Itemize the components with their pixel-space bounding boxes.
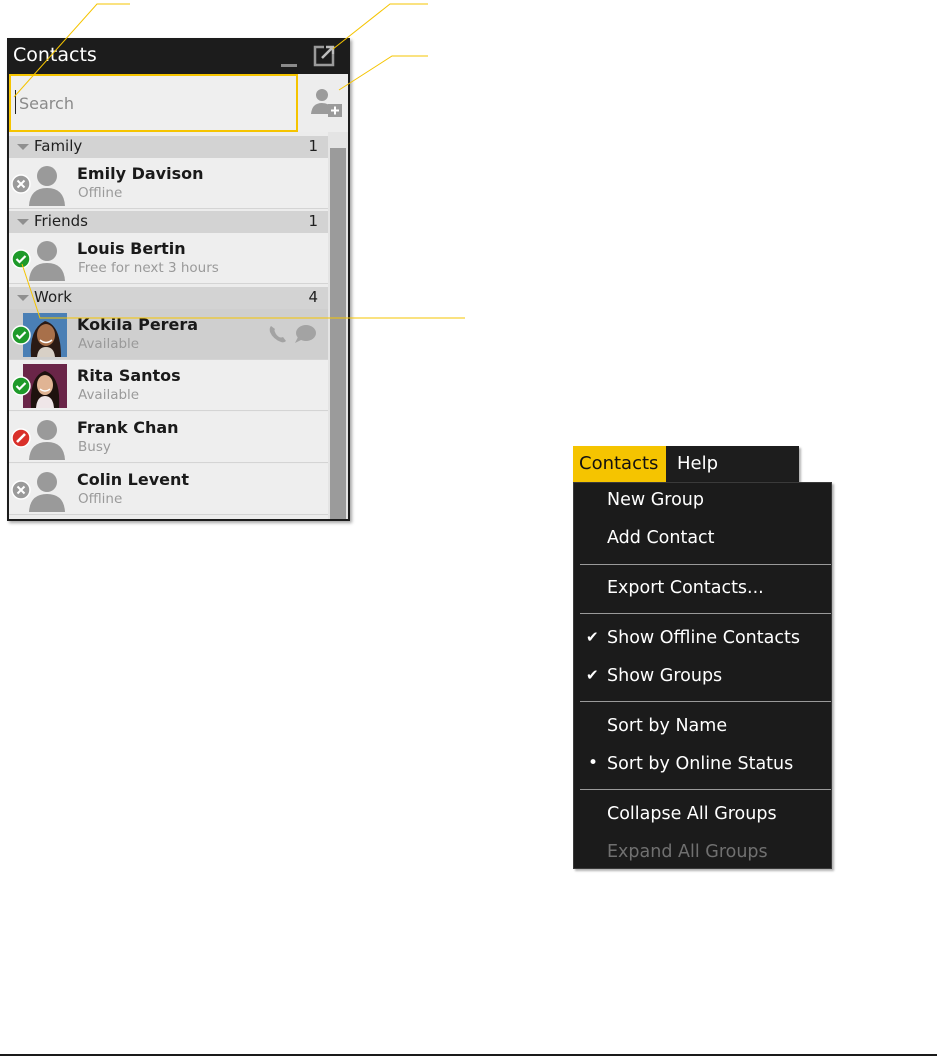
group-header-work[interactable]: Work 4	[9, 287, 330, 309]
menu-item-sort-by-online-status[interactable]: • Sort by Online Status	[574, 749, 831, 783]
text-caret	[15, 90, 16, 114]
offline-status-icon	[11, 480, 31, 500]
contact-status: Offline	[78, 185, 123, 201]
search-box[interactable]	[9, 74, 298, 132]
offline-status-icon	[11, 174, 31, 194]
contact-row-louis-bertin[interactable]: Louis Bertin Free for next 3 hours	[9, 233, 330, 284]
scrollbar-thumb[interactable]	[330, 148, 346, 519]
menu-item-collapse-all-groups[interactable]: Collapse All Groups	[574, 799, 831, 833]
checkmark-icon: ✔	[586, 628, 599, 646]
menu-item-new-group[interactable]: New Group	[574, 485, 831, 519]
group-count: 4	[308, 288, 318, 306]
menu-item-label: Show Groups	[607, 666, 723, 686]
menu-item-expand-all-groups: Expand All Groups	[574, 837, 831, 871]
group-name: Friends	[34, 212, 88, 230]
contacts-window: Contacts Search Family 1 Emily Davison O…	[7, 38, 350, 521]
menu-contacts[interactable]: Contacts	[573, 446, 666, 482]
contact-name: Louis Bertin	[77, 239, 186, 258]
title-bar: Contacts	[7, 38, 350, 74]
contact-name: Frank Chan	[77, 418, 179, 437]
available-status-icon	[11, 249, 31, 269]
group-name: Work	[34, 288, 72, 306]
menu-help[interactable]: Help	[677, 446, 718, 482]
contact-name: Rita Santos	[77, 366, 181, 385]
busy-status-icon	[11, 428, 31, 448]
contact-row-kokila-perera[interactable]: Kokila Perera Available	[9, 309, 330, 360]
group-count: 1	[308, 212, 318, 230]
contact-row-rita-santos[interactable]: Rita Santos Available	[9, 360, 330, 411]
menu-item-label: Sort by Name	[607, 716, 728, 736]
search-input[interactable]	[19, 90, 279, 116]
menu-separator	[580, 789, 831, 790]
menu-item-label: Export Contacts...	[607, 578, 764, 598]
menu-item-export-contacts[interactable]: Export Contacts...	[574, 573, 831, 607]
contact-status: Free for next 3 hours	[78, 260, 219, 276]
menu-item-show-groups[interactable]: ✔ Show Groups	[574, 661, 831, 695]
available-status-icon	[11, 325, 31, 345]
add-contact-icon[interactable]	[309, 84, 343, 120]
contact-name: Emily Davison	[77, 164, 204, 183]
menu-separator	[580, 701, 831, 702]
menu-item-sort-by-name[interactable]: Sort by Name	[574, 711, 831, 745]
menu-item-show-offline-contacts[interactable]: ✔ Show Offline Contacts	[574, 623, 831, 657]
menu-separator	[580, 564, 831, 565]
contact-row-frank-chan[interactable]: Frank Chan Busy	[9, 412, 330, 463]
checkmark-icon: ✔	[586, 666, 599, 684]
chat-icon[interactable]	[293, 323, 317, 345]
minimize-icon[interactable]	[279, 42, 299, 68]
group-header-friends[interactable]: Friends 1	[9, 211, 330, 233]
phone-icon[interactable]	[267, 323, 289, 345]
contact-row-colin-levent[interactable]: Colin Levent Offline	[9, 464, 330, 515]
contacts-menu-dropdown: New Group Add Contact Export Contacts...…	[573, 482, 832, 869]
menu-separator	[580, 613, 831, 614]
menu-item-label: New Group	[607, 490, 705, 510]
contact-status: Offline	[78, 491, 123, 507]
collapse-arrow-icon[interactable]	[17, 144, 29, 150]
contact-status: Busy	[78, 439, 111, 455]
group-header-family[interactable]: Family 1	[9, 136, 330, 158]
available-status-icon	[11, 376, 31, 396]
menu-bar: Contacts Help	[573, 446, 799, 482]
contact-status: Available	[78, 387, 140, 403]
group-name: Family	[34, 137, 83, 155]
search-row	[9, 74, 348, 132]
contact-name: Colin Levent	[77, 470, 190, 489]
contact-row-emily-davison[interactable]: Emily Davison Offline	[9, 158, 330, 209]
menu-item-add-contact[interactable]: Add Contact	[574, 523, 831, 557]
menu-item-label: Show Offline Contacts	[607, 628, 800, 648]
contact-name: Kokila Perera	[77, 315, 199, 334]
contact-status: Available	[78, 336, 140, 352]
collapse-arrow-icon[interactable]	[17, 219, 29, 225]
menu-item-label: Add Contact	[607, 528, 715, 548]
menu-item-label: Collapse All Groups	[607, 804, 777, 824]
radio-dot-icon: •	[588, 753, 599, 773]
collapse-arrow-icon[interactable]	[17, 295, 29, 301]
menu-item-label: Expand All Groups	[607, 842, 768, 862]
contact-list[interactable]: Family 1 Emily Davison Offline Friends 1…	[9, 132, 348, 519]
menu-item-label: Sort by Online Status	[607, 754, 794, 774]
group-count: 1	[308, 137, 318, 155]
popout-icon[interactable]	[313, 43, 337, 67]
window-title: Contacts	[13, 44, 97, 66]
